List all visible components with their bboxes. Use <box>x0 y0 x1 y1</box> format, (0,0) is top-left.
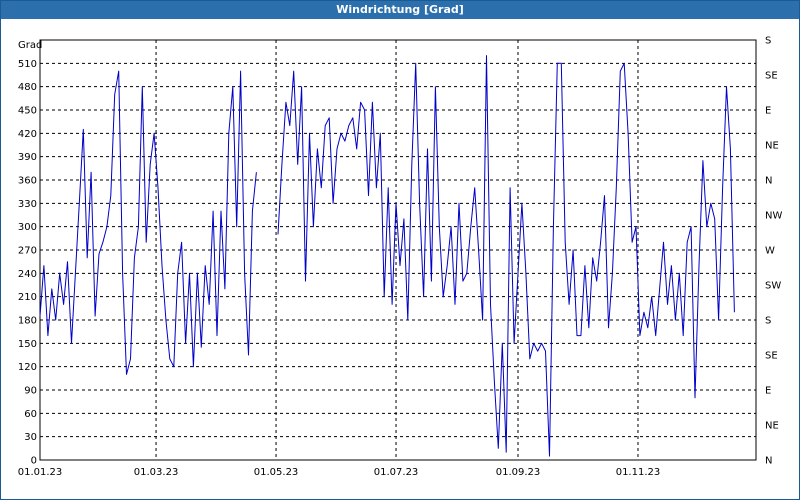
y-tick-label: 420 <box>18 129 37 140</box>
x-axis-ticks: 01.01.23 01.03.23 01.05.23 01.07.23 01.09.23… <box>18 467 661 478</box>
y-tick-label: 120 <box>18 362 37 373</box>
right-axis-ticks: N NE E SE S SW W NW N NE E SE S <box>765 36 782 467</box>
series-line <box>277 55 735 457</box>
y-tick-label: 0 <box>31 456 37 467</box>
y-tick-label: 360 <box>18 176 37 187</box>
y-tick-label: 240 <box>18 269 37 280</box>
wind-direction-chart: 0 30 60 90 120 150 180 210 240 270 300 330 360 390 420… <box>18 36 783 479</box>
y-tick-label: 180 <box>18 316 37 327</box>
right-tick-label: E <box>765 106 771 117</box>
right-tick-label: E <box>765 386 771 397</box>
x-tick-label: 01.09.23 <box>496 467 541 478</box>
y-tick-label: 60 <box>24 409 37 420</box>
y-tick-label: 300 <box>18 222 37 233</box>
y-tick-label: 480 <box>18 82 37 93</box>
series-group <box>39 55 735 457</box>
x-tick-label: 01.07.23 <box>374 467 419 478</box>
x-tick-label: 01.03.23 <box>134 467 179 478</box>
right-tick-label: SE <box>765 71 778 82</box>
right-tick-label: NE <box>765 421 779 432</box>
right-tick-label: NW <box>765 211 782 222</box>
right-tick-label: N <box>765 456 772 467</box>
right-tick-label: N <box>765 176 772 187</box>
y-tick-label: 510 <box>18 59 37 70</box>
y-tick-label: 270 <box>18 246 37 257</box>
right-tick-label: SE <box>765 351 778 362</box>
y-tick-label: 390 <box>18 152 37 163</box>
right-tick-label: NE <box>765 141 779 152</box>
right-tick-label: S <box>765 36 771 47</box>
y-tick-label: 330 <box>18 199 37 210</box>
right-tick-label: SW <box>765 281 781 292</box>
x-tick-label: 01.05.23 <box>254 467 299 478</box>
y-axis-ticks: 0 30 60 90 120 150 180 210 240 270 300 330 360 390 420… <box>18 59 37 467</box>
grid-lines <box>40 40 756 460</box>
y-tick-label: 450 <box>18 106 37 117</box>
x-tick-label: 01.11.23 <box>616 467 661 478</box>
right-tick-label: W <box>765 246 775 257</box>
right-tick-label: S <box>765 316 771 327</box>
series-line <box>39 70 257 375</box>
y-tick-label: 210 <box>18 292 37 303</box>
y-tick-label: 150 <box>18 339 37 350</box>
y-axis-label: Grad <box>18 40 42 51</box>
y-tick-label: 30 <box>24 432 37 443</box>
y-tick-label: 90 <box>24 386 37 397</box>
x-tick-label: 01.01.23 <box>18 467 63 478</box>
